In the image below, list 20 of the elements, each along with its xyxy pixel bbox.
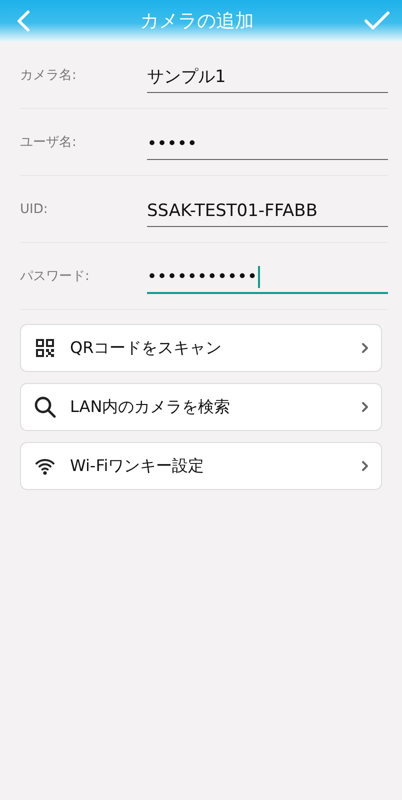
wifi-icon: [35, 457, 55, 475]
checkmark-icon: [364, 11, 390, 31]
input-field[interactable]: •••••••••••: [147, 262, 388, 294]
qr-code-icon: [35, 338, 55, 358]
input-field[interactable]: サンプル1: [147, 62, 388, 92]
menu-row-button[interactable]: LAN内のカメラを検索: [20, 383, 382, 431]
chevron-icon: [361, 342, 369, 354]
input-field[interactable]: •••••: [147, 128, 388, 160]
field-label: ユーザ名:: [20, 134, 78, 151]
chevron-icon: [361, 460, 369, 472]
back-icon: [16, 10, 30, 32]
field-label: UID:: [20, 202, 49, 216]
chevron-icon: [361, 401, 369, 413]
search-icon: [34, 396, 56, 418]
field-label: パスワード:: [20, 268, 90, 285]
menu-row-button[interactable]: Wi-Fiワンキー設定: [20, 442, 382, 490]
field-label: カメラ名:: [20, 67, 78, 84]
menu-row-button[interactable]: QRコードをスキャン: [20, 324, 382, 372]
screen-title: カメラの追加: [140, 9, 254, 34]
input-field[interactable]: SSAK-TEST01-FFABB: [147, 196, 388, 226]
